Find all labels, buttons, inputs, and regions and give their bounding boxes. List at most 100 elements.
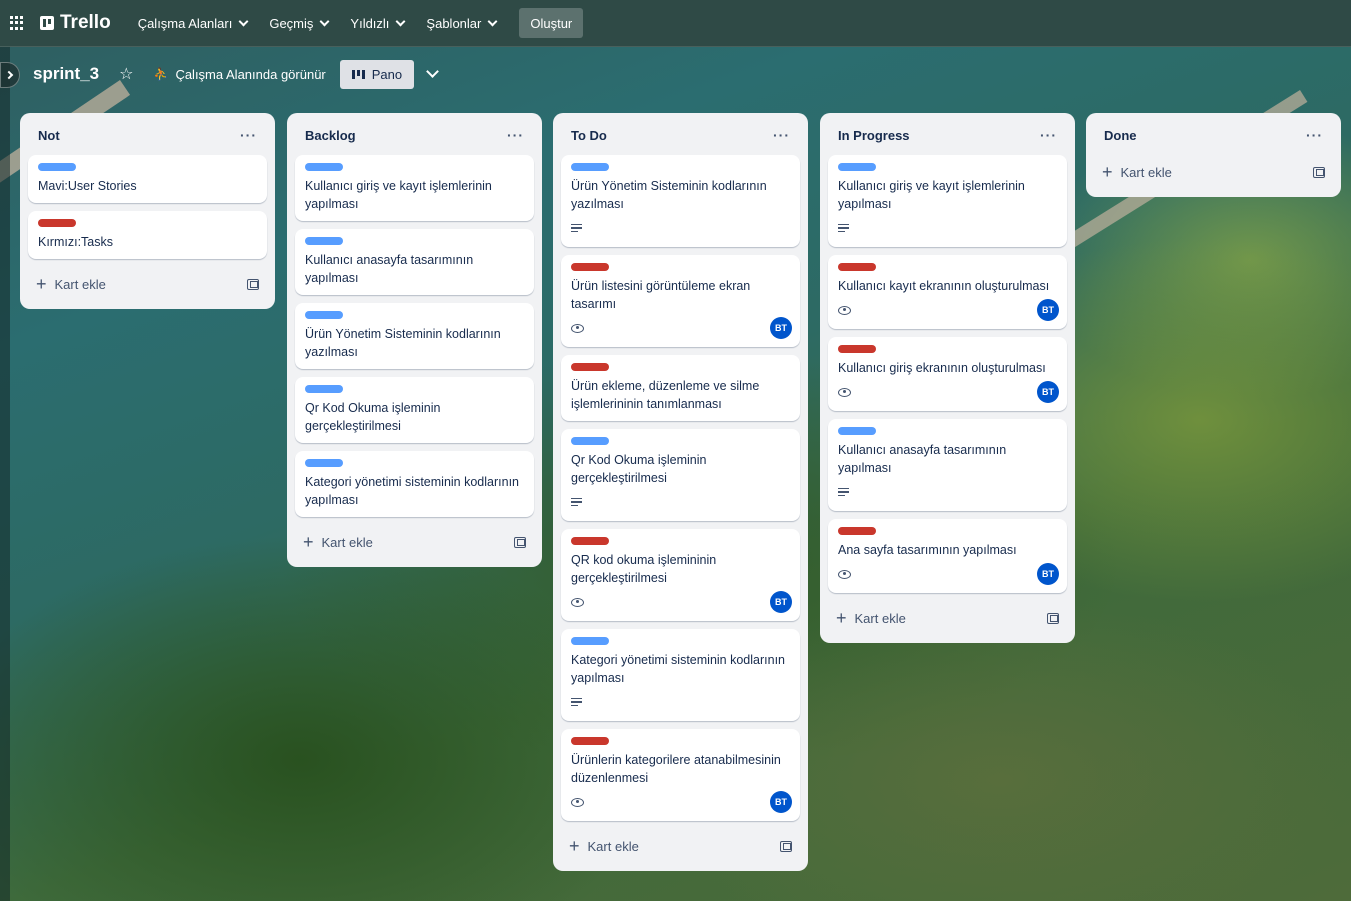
list-actions-icon[interactable]: ··· — [1040, 127, 1057, 143]
member-avatar[interactable]: BT — [770, 791, 792, 813]
card-title: Kırmızı:Tasks — [38, 235, 114, 249]
card-title: Kategori yönetimi sisteminin kodlarının … — [305, 475, 519, 507]
card-title: QR kod okuma işlemininin gerçekleştirilm… — [571, 553, 717, 585]
card[interactable]: Ürün Yönetim Sisteminin kodlarının yazıl… — [561, 155, 800, 247]
card-title: Kullanıcı anasayfa tasarımının yapılması — [838, 443, 1007, 475]
card-badges — [838, 563, 1057, 585]
starred-menu-button[interactable]: Yıldızlı — [339, 7, 415, 39]
card[interactable]: Qr Kod Okuma işleminin gerçekleştirilmes… — [295, 377, 534, 443]
blue-label[interactable] — [38, 163, 76, 171]
card[interactable]: Kullanıcı giriş ekranının oluşturulması B… — [828, 337, 1067, 411]
blue-label[interactable] — [571, 437, 609, 445]
card-title: Kullanıcı kayıt ekranının oluşturulması — [838, 279, 1050, 293]
create-from-template-icon[interactable] — [780, 840, 792, 852]
red-label[interactable] — [838, 527, 876, 535]
board-title[interactable]: sprint_3 — [33, 64, 99, 84]
create-from-template-icon[interactable] — [1313, 166, 1325, 178]
board-view-button[interactable]: Pano — [339, 59, 415, 89]
red-label[interactable] — [571, 263, 609, 271]
card-title: Ürünlerin kategorilere atanabilmesinin d… — [571, 753, 781, 785]
list-title[interactable]: In Progress — [838, 128, 910, 143]
trello-logo-icon — [40, 16, 54, 30]
card[interactable]: Kullanıcı giriş ve kayıt işlemlerinin ya… — [295, 155, 534, 221]
app-switcher-icon[interactable] — [10, 16, 24, 30]
recent-menu-button[interactable]: Geçmiş — [258, 7, 339, 39]
red-label[interactable] — [38, 219, 76, 227]
card[interactable]: Kullanıcı anasayfa tasarımının yapılması — [295, 229, 534, 295]
card[interactable]: Ürün ekleme, düzenleme ve silme işlemler… — [561, 355, 800, 421]
card[interactable]: Ana sayfa tasarımının yapılması BT — [828, 519, 1067, 593]
card[interactable]: Qr Kod Okuma işleminin gerçekleştirilmes… — [561, 429, 800, 521]
add-card-label: Kart ekle — [1120, 164, 1172, 180]
blue-label[interactable] — [305, 459, 343, 467]
create-from-template-icon[interactable] — [514, 536, 526, 548]
card[interactable]: Kullanıcı kayıt ekranının oluşturulması B… — [828, 255, 1067, 329]
card[interactable]: Kategori yönetimi sisteminin kodlarının … — [561, 629, 800, 721]
add-card-button[interactable]: + Kart ekle — [36, 275, 106, 293]
star-board-icon[interactable]: ☆ — [119, 64, 133, 84]
add-card-row: + Kart ekle — [561, 829, 800, 863]
blue-label[interactable] — [305, 237, 343, 245]
blue-label[interactable] — [305, 163, 343, 171]
list-in-progress: In Progress ··· Kullanıcı giriş ve kayıt i… — [820, 113, 1075, 643]
member-avatar[interactable]: BT — [1037, 299, 1059, 321]
card[interactable]: Mavi:User Stories — [28, 155, 267, 203]
chevron-down-icon — [487, 16, 498, 26]
red-label[interactable] — [838, 345, 876, 353]
trello-logo[interactable]: Trello — [40, 12, 111, 34]
add-card-button[interactable]: + Kart ekle — [303, 533, 373, 551]
create-from-template-icon[interactable] — [1047, 612, 1059, 624]
card-badges — [571, 317, 790, 339]
expand-sidebar-button[interactable] — [0, 62, 20, 88]
add-card-button[interactable]: + Kart ekle — [836, 609, 906, 627]
member-avatar[interactable]: BT — [1037, 563, 1059, 585]
add-card-button[interactable]: + Kart ekle — [569, 837, 639, 855]
card[interactable]: Ürünlerin kategorilere atanabilmesinin d… — [561, 729, 800, 821]
list-actions-icon[interactable]: ··· — [1306, 127, 1323, 143]
list-not: Not ··· Mavi:User Stories Kırmızı:Tasks + Kar… — [20, 113, 275, 309]
add-card-button[interactable]: + Kart ekle — [1102, 163, 1172, 181]
card[interactable]: Ürün Yönetim Sisteminin kodlarının yazıl… — [295, 303, 534, 369]
recent-label: Geçmiş — [269, 15, 314, 31]
list-actions-icon[interactable]: ··· — [507, 127, 524, 143]
list-title[interactable]: To Do — [571, 128, 607, 143]
blue-label[interactable] — [571, 163, 609, 171]
board-visibility-button[interactable]: ⛹ Çalışma Alanında görünür — [153, 67, 325, 82]
blue-label[interactable] — [838, 163, 876, 171]
list-title[interactable]: Done — [1104, 128, 1137, 143]
create-from-template-icon[interactable] — [247, 278, 259, 290]
list-title[interactable]: Backlog — [305, 128, 356, 143]
member-avatar[interactable]: BT — [770, 591, 792, 613]
blue-label[interactable] — [305, 311, 343, 319]
member-avatar[interactable]: BT — [770, 317, 792, 339]
member-avatar[interactable]: BT — [1037, 381, 1059, 403]
list-actions-icon[interactable]: ··· — [240, 127, 257, 143]
blue-label[interactable] — [305, 385, 343, 393]
card-badges — [838, 481, 1057, 503]
red-label[interactable] — [838, 263, 876, 271]
red-label[interactable] — [571, 737, 609, 745]
card[interactable]: Ürün listesini görüntüleme ekran tasarım… — [561, 255, 800, 347]
card[interactable]: Kırmızı:Tasks — [28, 211, 267, 259]
list-title[interactable]: Not — [38, 128, 60, 143]
card-title: Qr Kod Okuma işleminin gerçekleştirilmes… — [571, 453, 707, 485]
card[interactable]: Kategori yönetimi sisteminin kodlarının … — [295, 451, 534, 517]
templates-menu-button[interactable]: Şablonlar — [415, 7, 507, 39]
card-title: Ana sayfa tasarımının yapılması — [838, 543, 1017, 557]
red-label[interactable] — [571, 363, 609, 371]
blue-label[interactable] — [838, 427, 876, 435]
add-card-row: + Kart ekle — [295, 525, 534, 559]
card[interactable]: Kullanıcı giriş ve kayıt işlemlerinin ya… — [828, 155, 1067, 247]
card-title: Ürün ekleme, düzenleme ve silme işlemler… — [571, 379, 760, 411]
workspace-visible-icon: ⛹ — [153, 67, 169, 81]
card-title: Kullanıcı giriş ekranının oluşturulması — [838, 361, 1046, 375]
workspaces-menu-button[interactable]: Çalışma Alanları — [127, 7, 259, 39]
list-actions-icon[interactable]: ··· — [773, 127, 790, 143]
red-label[interactable] — [571, 537, 609, 545]
create-button[interactable]: Oluştur — [519, 8, 584, 38]
chevron-down-icon[interactable] — [426, 65, 439, 78]
card[interactable]: Kullanıcı anasayfa tasarımının yapılması — [828, 419, 1067, 511]
card[interactable]: QR kod okuma işlemininin gerçekleştirilm… — [561, 529, 800, 621]
blue-label[interactable] — [571, 637, 609, 645]
watch-icon — [571, 597, 584, 607]
